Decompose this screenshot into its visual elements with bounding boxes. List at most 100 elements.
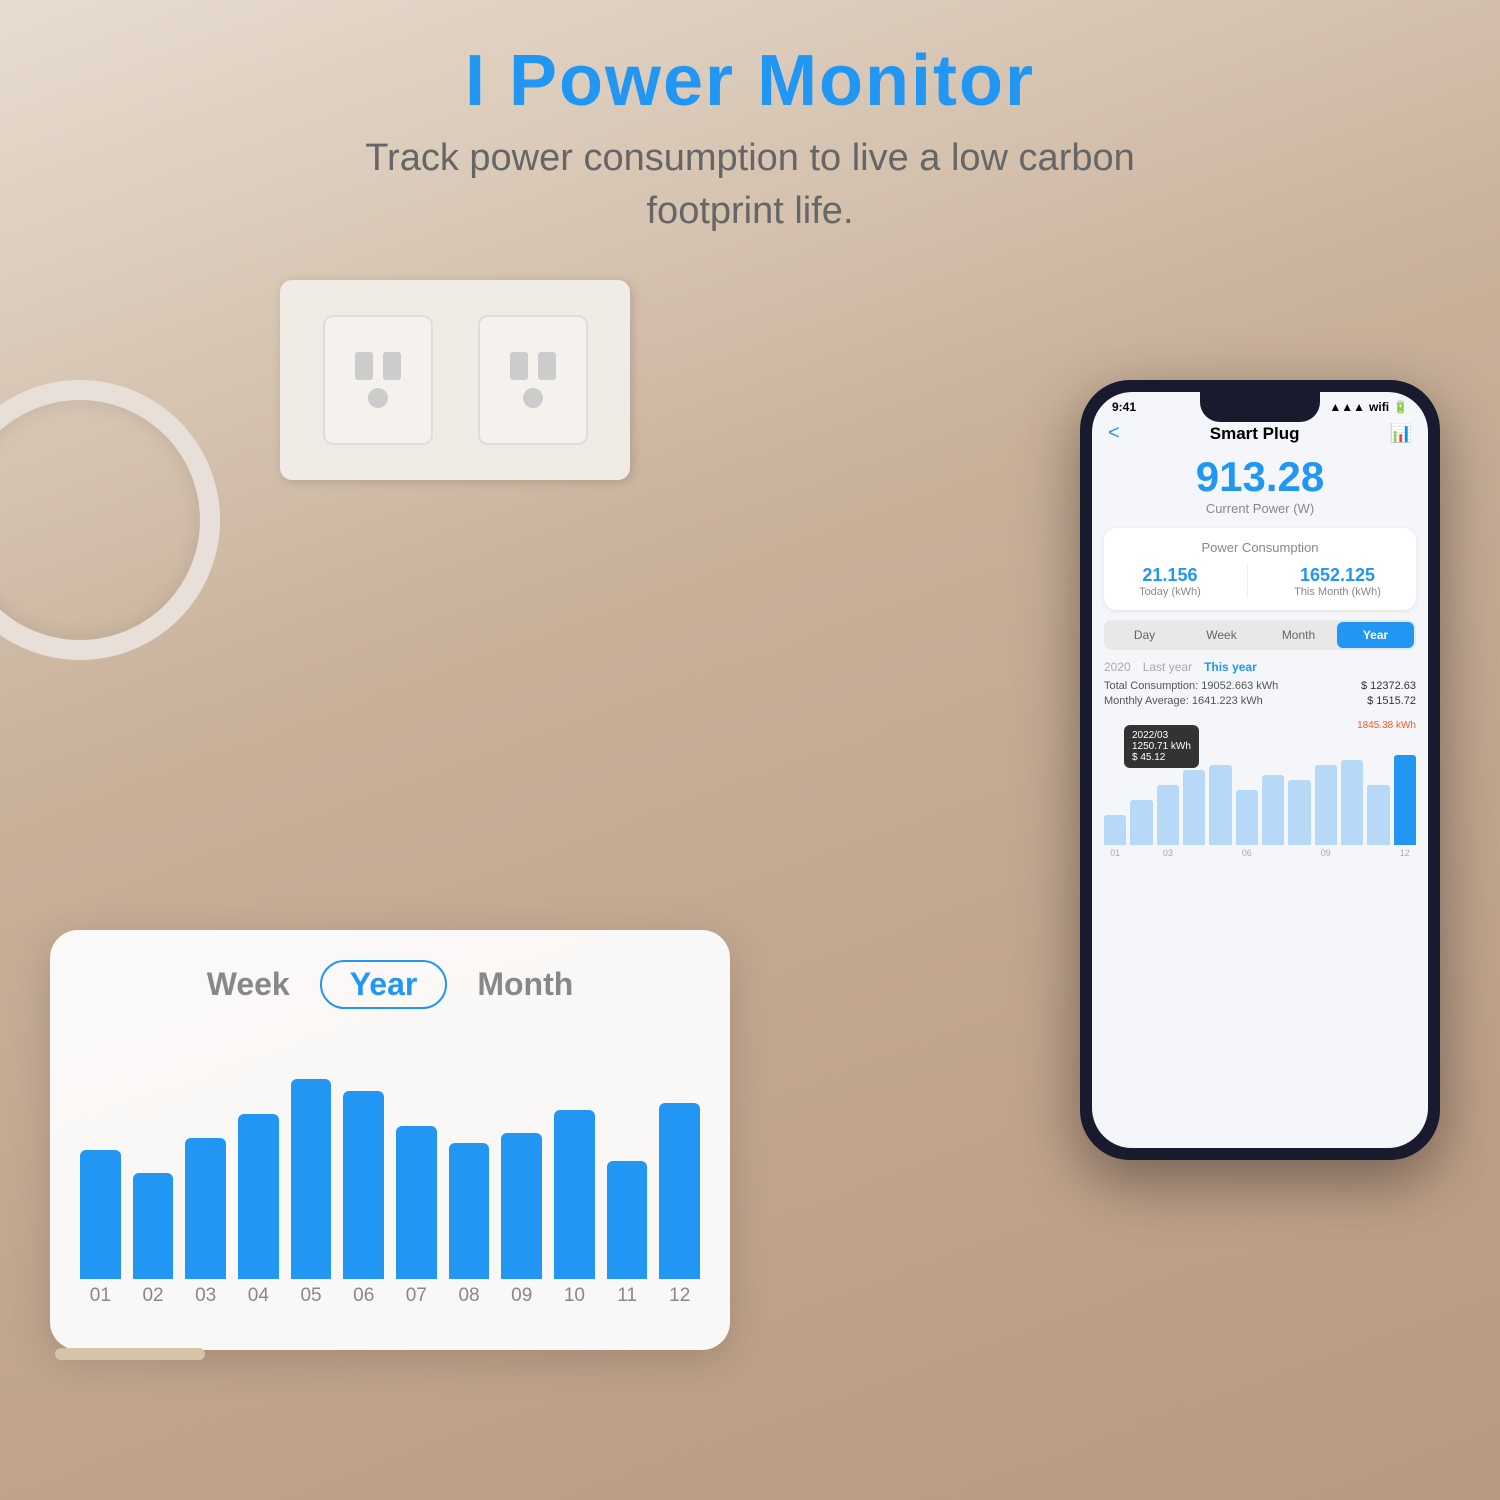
bar [501,1133,542,1279]
phone-bar-month-label [1341,848,1363,858]
monthly-label: This Month (kWh) [1294,586,1381,598]
bar-group [238,1039,279,1279]
bar [607,1161,648,1279]
today-consumption: 21.156 Today (kWh) [1139,565,1201,598]
phone-bar [1288,780,1310,845]
bar-group [396,1039,437,1279]
chart-tab-month[interactable]: Month [477,966,573,1003]
page-subtitle: Track power consumption to live a low ca… [0,132,1500,238]
bar [554,1110,595,1279]
battery-icon: 🔋 [1393,400,1408,414]
phone-bar [1236,790,1258,845]
phone-chart: 1845.38 kWh 2022/03 1250.71 kWh $ 45.12 … [1104,715,1416,875]
page-title: I Power Monitor [0,40,1500,122]
month-label: 11 [607,1285,648,1307]
phone-bar-month-label: 01 [1104,848,1126,858]
bar [343,1091,384,1279]
bar [291,1079,332,1279]
outlet-hole [383,352,401,380]
year-this[interactable]: This year [1204,660,1257,674]
phone-bar [1157,785,1179,845]
month-label: 07 [396,1285,437,1307]
bar [133,1173,174,1279]
bar [185,1138,226,1279]
monthly-avg-label: Monthly Average: 1641.223 kWh [1104,695,1263,707]
consumption-title: Power Consumption [1116,540,1404,555]
chart-card: Week Year Month 010203040506070809101112 [50,930,730,1350]
outlet-left [323,315,433,445]
bar-group [501,1039,542,1279]
phone-bar [1209,765,1231,845]
consumption-section: Power Consumption 21.156 Today (kWh) 165… [1104,528,1416,610]
phone-bar-month-label [1288,848,1310,858]
divider [1247,565,1248,598]
outlet-right [478,315,588,445]
phone-bar-month-label [1130,848,1152,858]
today-label: Today (kWh) [1139,586,1201,598]
chart-tab-week[interactable]: Week [207,966,290,1003]
year-last[interactable]: Last year [1143,660,1192,674]
month-label: 09 [501,1285,542,1307]
status-time: 9:41 [1112,400,1136,414]
outlet-hole [510,352,528,380]
status-icons: ▲▲▲ wifi 🔋 [1329,400,1408,414]
phone-bar [1315,765,1337,845]
monthly-avg-value: $ 1515.72 [1367,695,1416,707]
bar-group [449,1039,490,1279]
chart-tooltip: 2022/03 1250.71 kWh $ 45.12 [1124,725,1199,768]
total-consumption-row: Total Consumption: 19052.663 kWh $ 12372… [1104,680,1416,692]
phone-bar-month-label: 06 [1236,848,1258,858]
phone-bar-month-label: 09 [1315,848,1337,858]
phone-bar [1394,755,1416,845]
today-value: 21.156 [1139,565,1201,586]
bar-group [291,1039,332,1279]
tooltip-cost: $ 45.12 [1132,752,1191,763]
month-label: 04 [238,1285,279,1307]
month-label: 10 [554,1285,595,1307]
tab-day[interactable]: Day [1106,622,1183,648]
outlet-hole [538,352,556,380]
wall-outlet [280,280,630,480]
bar-group [185,1039,226,1279]
bars-container [80,1039,700,1279]
monthly-consumption: 1652.125 This Month (kWh) [1294,565,1381,598]
monthly-value: 1652.125 [1294,565,1381,586]
bar-group [133,1039,174,1279]
phone-bar-month-label [1183,848,1205,858]
chart-icon[interactable]: 📊 [1390,423,1412,444]
bar-group [659,1039,700,1279]
header: I Power Monitor Track power consumption … [0,40,1500,238]
view-tabs: Day Week Month Year [1104,620,1416,650]
month-label: 02 [133,1285,174,1307]
back-button[interactable]: < [1108,422,1120,445]
phone-bar [1183,770,1205,845]
phone-title: Smart Plug [1120,424,1390,444]
bar [659,1103,700,1279]
phone-bar-month-label: 03 [1157,848,1179,858]
tab-week[interactable]: Week [1183,622,1260,648]
phone-bar-month-label [1367,848,1389,858]
phone-bar-month-label [1262,848,1284,858]
month-label: 05 [291,1285,332,1307]
phone-bar [1367,785,1389,845]
tab-month[interactable]: Month [1260,622,1337,648]
bar [80,1150,121,1279]
phone-bar-month-label [1209,848,1231,858]
year-selector: 2020 Last year This year [1092,660,1428,680]
bar-group [343,1039,384,1279]
phone-bar-labels: 0103060912 [1104,848,1416,858]
consumption-row: 21.156 Today (kWh) 1652.125 This Month (… [1116,565,1404,598]
lamp-base [55,1348,205,1360]
tooltip-date: 2022/03 [1132,730,1191,741]
phone-mockup: 9:41 ▲▲▲ wifi 🔋 < Smart Plug 📊 913.28 Cu… [1080,380,1440,1160]
outlet-ground [523,388,543,408]
year-2020[interactable]: 2020 [1104,660,1131,674]
bar-group [607,1039,648,1279]
current-power-label: Current Power (W) [1092,501,1428,516]
monthly-avg-row: Monthly Average: 1641.223 kWh $ 1515.72 [1104,695,1416,707]
phone-bar [1130,800,1152,845]
phone-bar [1341,760,1363,845]
chart-tab-year[interactable]: Year [320,960,448,1009]
month-label: 06 [343,1285,384,1307]
tab-year[interactable]: Year [1337,622,1414,648]
